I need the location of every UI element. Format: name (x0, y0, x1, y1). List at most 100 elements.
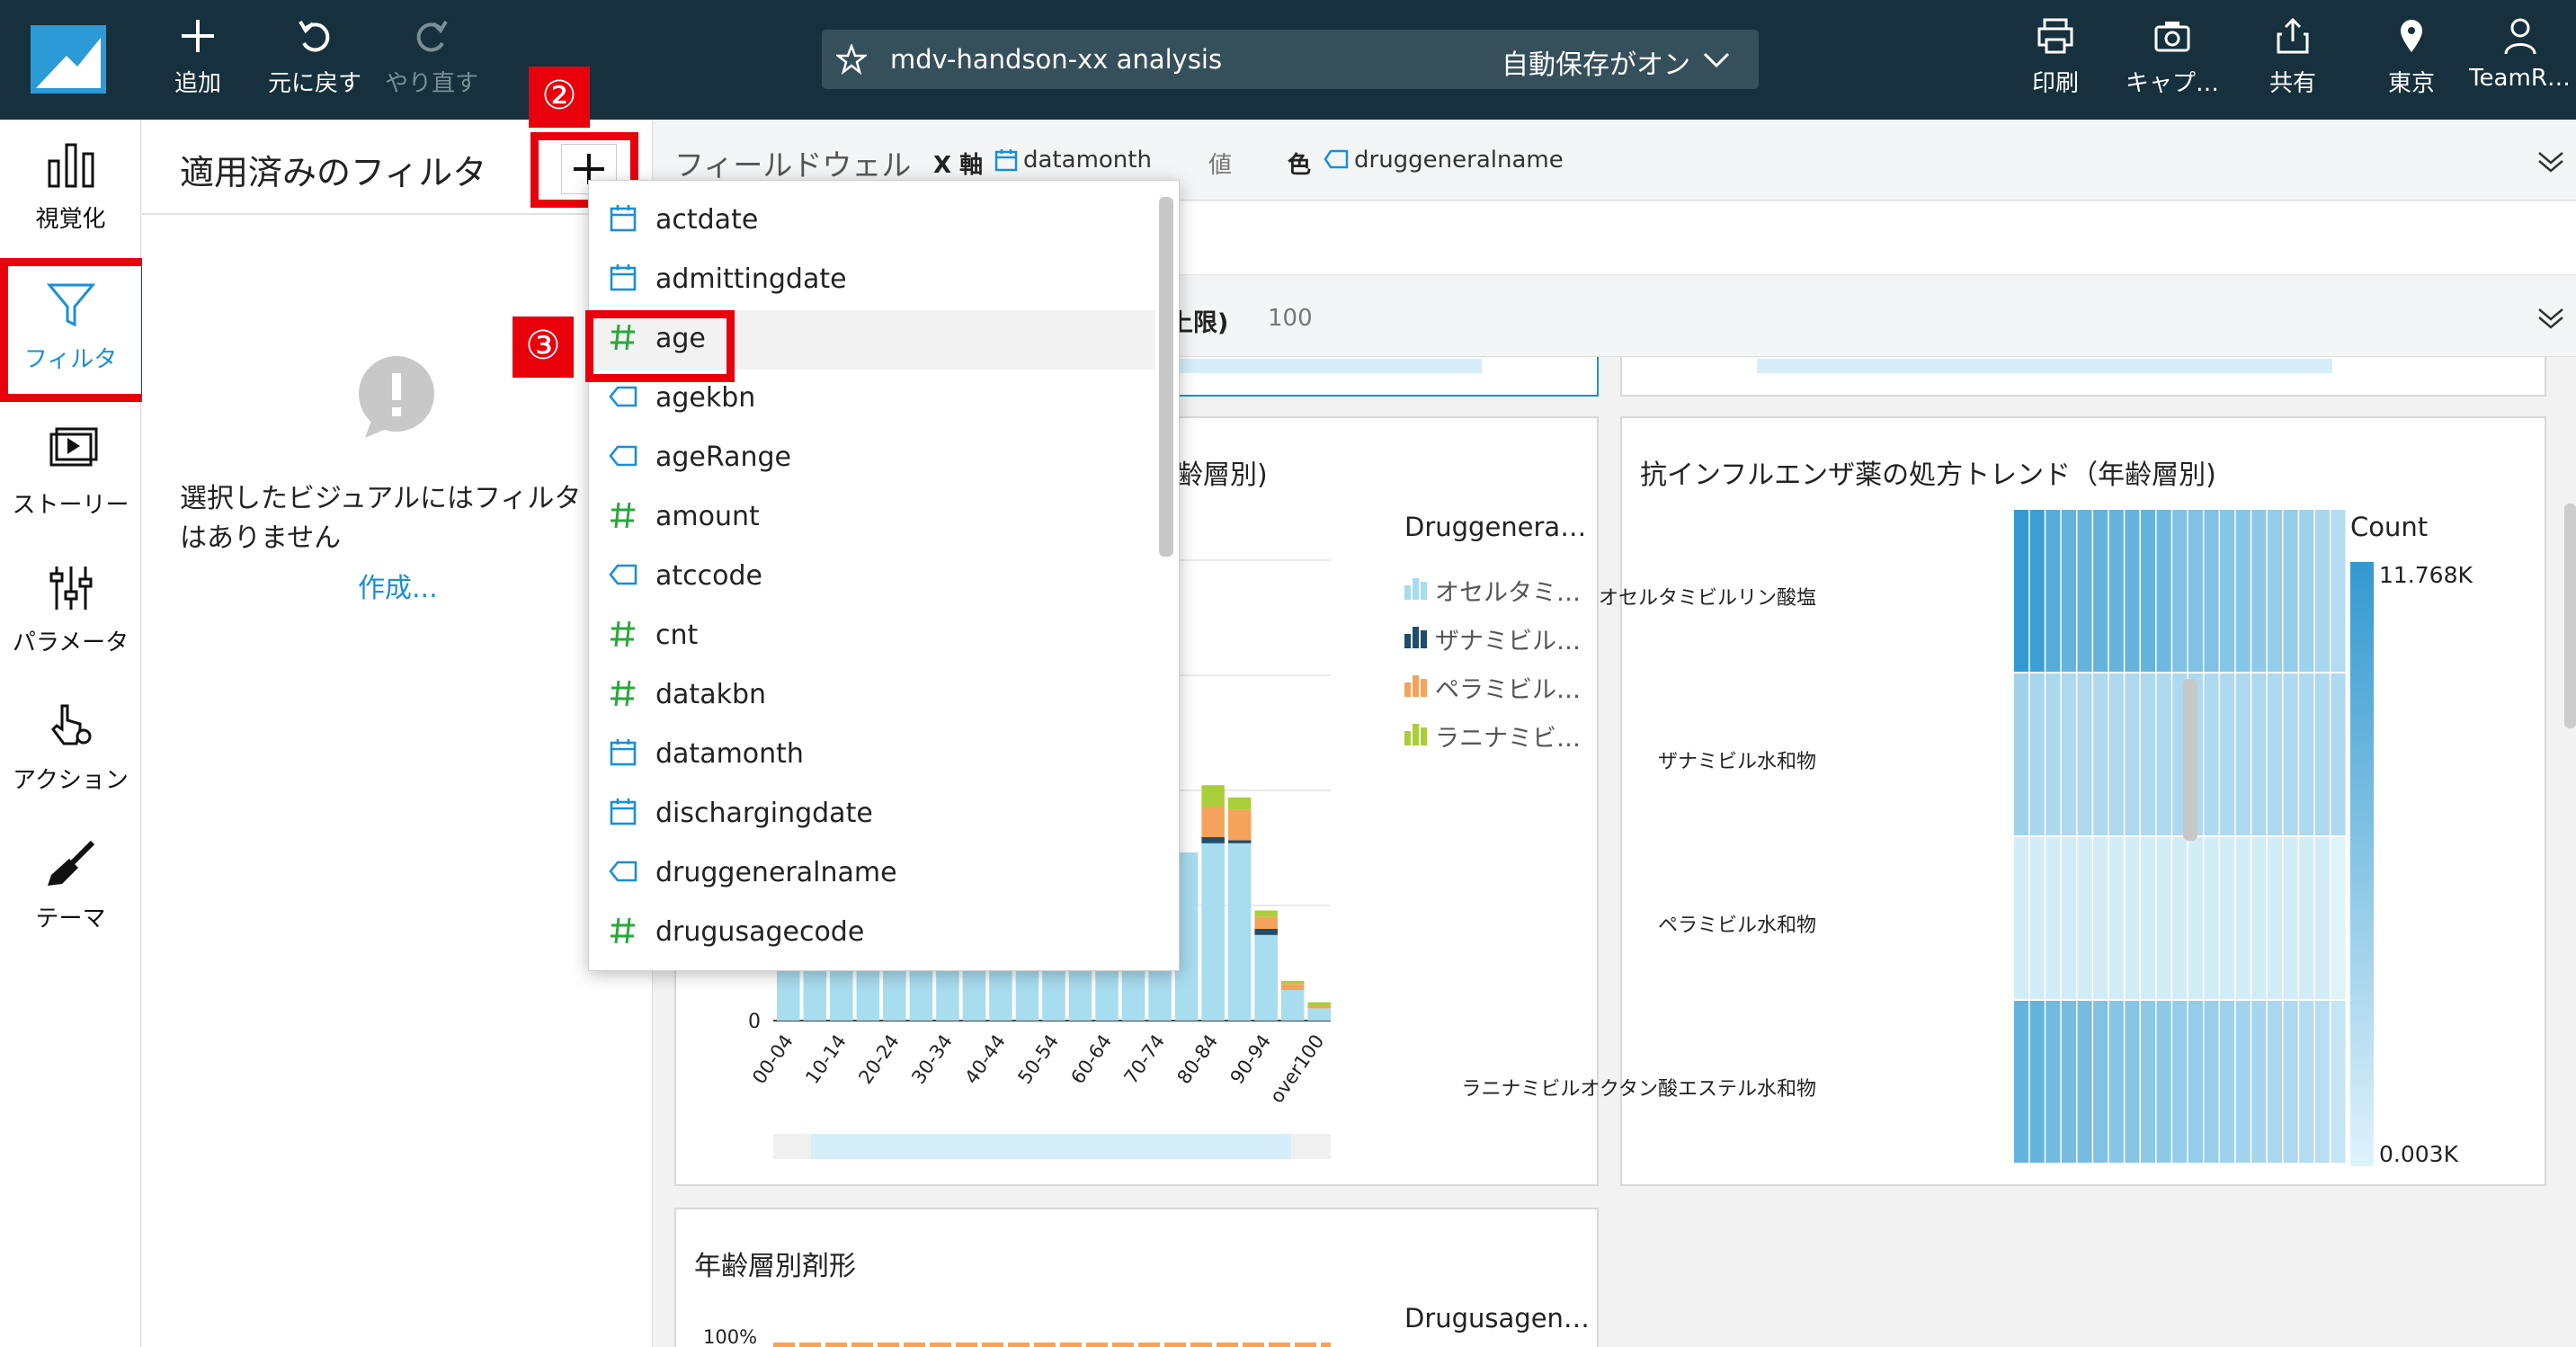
heatmap-cell[interactable] (2251, 1001, 2267, 1163)
bar-segment[interactable] (1254, 934, 1278, 1021)
heatmap-cell[interactable] (2267, 1001, 2283, 1163)
heatmap-cell[interactable] (2188, 837, 2203, 999)
heatmap-card[interactable]: 抗インフルエンザ薬の処方トレンド（年齢層別) オセルタミビルリン酸塩 ザナミビル… (1461, 416, 2546, 1186)
field-item-atccode[interactable]: atccode (589, 548, 1155, 607)
bar-segment[interactable] (1227, 840, 1252, 843)
field-item-cnt[interactable]: cnt (589, 607, 1155, 666)
heatmap-cell[interactable] (2235, 674, 2251, 835)
field-item-datakbn[interactable]: datakbn (589, 666, 1155, 726)
bar-segment[interactable] (1307, 1002, 1331, 1005)
heatmap-cell[interactable] (2108, 837, 2124, 999)
upper-visual-right[interactable] (1620, 357, 2546, 397)
heatmap-cell[interactable] (2283, 837, 2298, 999)
field-item-agerange[interactable]: ageRange (589, 429, 1155, 488)
heatmap-cell[interactable] (2172, 510, 2188, 672)
legend-item[interactable]: ペラミビル… (1404, 668, 1593, 704)
heatmap-cell[interactable] (2125, 1001, 2140, 1163)
heatmap-cell[interactable] (2093, 837, 2108, 999)
heatmap-cell[interactable] (2299, 837, 2314, 999)
heatmap-cell[interactable] (2331, 510, 2346, 672)
bar-segment[interactable] (1254, 916, 1278, 929)
dropdown-scrollbar[interactable] (1159, 197, 1173, 557)
rail-item-parameter[interactable]: パラメータ (0, 563, 141, 698)
heatmap-cell[interactable] (2125, 510, 2140, 672)
region-button[interactable]: 東京 (2349, 16, 2474, 106)
heatmap-cell[interactable] (2140, 510, 2156, 672)
bar-segment[interactable] (1307, 1008, 1331, 1021)
heatmap-cell[interactable] (2235, 1001, 2251, 1163)
heatmap-cell[interactable] (2331, 1001, 2346, 1163)
heatmap-cell[interactable] (2251, 510, 2267, 672)
heatmap-cell[interactable] (2061, 837, 2076, 999)
heatmap-cell[interactable] (2014, 837, 2029, 999)
heatmap-cell[interactable] (2108, 1001, 2124, 1163)
analysis-title-bar[interactable]: mdv-handson-xx analysis 自動保存がオン (822, 30, 1759, 89)
heatmap-cell[interactable] (2061, 510, 2076, 672)
heatmap-cell[interactable] (2029, 510, 2045, 672)
heatmap-cell[interactable] (2125, 674, 2140, 835)
heatmap-cell[interactable] (2093, 1001, 2108, 1163)
legend-item[interactable]: ザナミビル… (1404, 620, 1593, 656)
heatmap-cell[interactable] (2156, 510, 2171, 672)
heatmap-cell[interactable] (2061, 674, 2076, 835)
heatmap-cell[interactable] (2235, 510, 2251, 672)
heatmap-cell[interactable] (2283, 1001, 2298, 1163)
heatmap-cell[interactable] (2093, 674, 2108, 835)
heatmap-cell[interactable] (2283, 674, 2298, 835)
heatmap-cell[interactable] (2314, 837, 2330, 999)
heatmap-cell[interactable] (2283, 510, 2298, 672)
autosave-status[interactable]: 自動保存がオン (1502, 42, 1690, 82)
heatmap-cell[interactable] (2204, 1001, 2219, 1163)
bar-segment[interactable] (1254, 929, 1278, 935)
bar-segment[interactable] (1227, 843, 1252, 1021)
scrollbar[interactable] (1757, 359, 2332, 373)
field-item-actdate[interactable]: actdate (589, 192, 1155, 251)
legend-item[interactable]: ラニナミビ… (1404, 717, 1593, 753)
user-menu-button[interactable]: TeamR… (2464, 16, 2576, 106)
heatmap-cell[interactable] (2204, 674, 2219, 835)
field-list-dropdown[interactable]: actdate admittingdate age agekbn ageRange amo… (588, 180, 1180, 971)
field-item-datamonth[interactable]: datamonth (589, 726, 1155, 785)
dosage-form-chart-card[interactable]: 年齢層別剤形 Drugusagen… 100% (674, 1208, 1599, 1347)
field-item-amount[interactable]: amount (589, 488, 1155, 548)
heatmap-cell[interactable] (2267, 510, 2283, 672)
heatmap-cell[interactable] (2077, 510, 2092, 672)
bar-segment[interactable] (1280, 984, 1305, 990)
heatmap-cell[interactable] (2220, 837, 2235, 999)
bar-segment[interactable] (1307, 1005, 1331, 1009)
heatmap-cell[interactable] (2029, 837, 2045, 999)
bar-segment[interactable] (1227, 809, 1252, 841)
heatmap-cell[interactable] (2220, 510, 2235, 672)
heatmap-cell[interactable] (2093, 510, 2108, 672)
heatmap-cell[interactable] (2188, 510, 2203, 672)
bar-segment[interactable] (1201, 837, 1225, 843)
heatmap-cell[interactable] (2220, 674, 2235, 835)
heatmap-cell[interactable] (2235, 837, 2251, 999)
heatmap-cell[interactable] (2077, 1001, 2092, 1163)
heatmap-cell[interactable] (2014, 1001, 2029, 1163)
bar-segment[interactable] (1280, 990, 1305, 1021)
heatmap-cell[interactable] (2331, 674, 2346, 835)
rail-item-theme[interactable]: テーマ (0, 839, 141, 974)
heatmap-cell[interactable] (2014, 674, 2029, 835)
print-button[interactable]: 印刷 (1992, 16, 2118, 106)
heatmap-cell[interactable] (2314, 674, 2330, 835)
quicksight-logo-icon[interactable] (31, 25, 106, 94)
heatmap-cell[interactable] (2140, 1001, 2156, 1163)
double-chevron-down-icon[interactable] (2537, 307, 2564, 330)
heatmap-cell[interactable] (2267, 674, 2283, 835)
heatmap-scrollbar[interactable] (2183, 679, 2197, 841)
heatmap-cell[interactable] (2077, 674, 2092, 835)
bar-segment[interactable] (1201, 807, 1225, 837)
field-item-dischargingdate[interactable]: dischargingdate (589, 785, 1155, 844)
chevron-down-icon[interactable] (1703, 51, 1730, 69)
heatmap-cell[interactable] (2061, 1001, 2076, 1163)
heatmap-cell[interactable] (2204, 510, 2219, 672)
double-chevron-down-icon[interactable] (2537, 150, 2564, 174)
heatmap-cell[interactable] (2077, 837, 2092, 999)
heatmap-cell[interactable] (2029, 1001, 2045, 1163)
heatmap-cell[interactable] (2314, 1001, 2330, 1163)
field-item-druggeneralname[interactable]: druggeneralname (589, 844, 1155, 904)
heatmap-cell[interactable] (2108, 674, 2124, 835)
heatmap-cell[interactable] (2188, 1001, 2203, 1163)
